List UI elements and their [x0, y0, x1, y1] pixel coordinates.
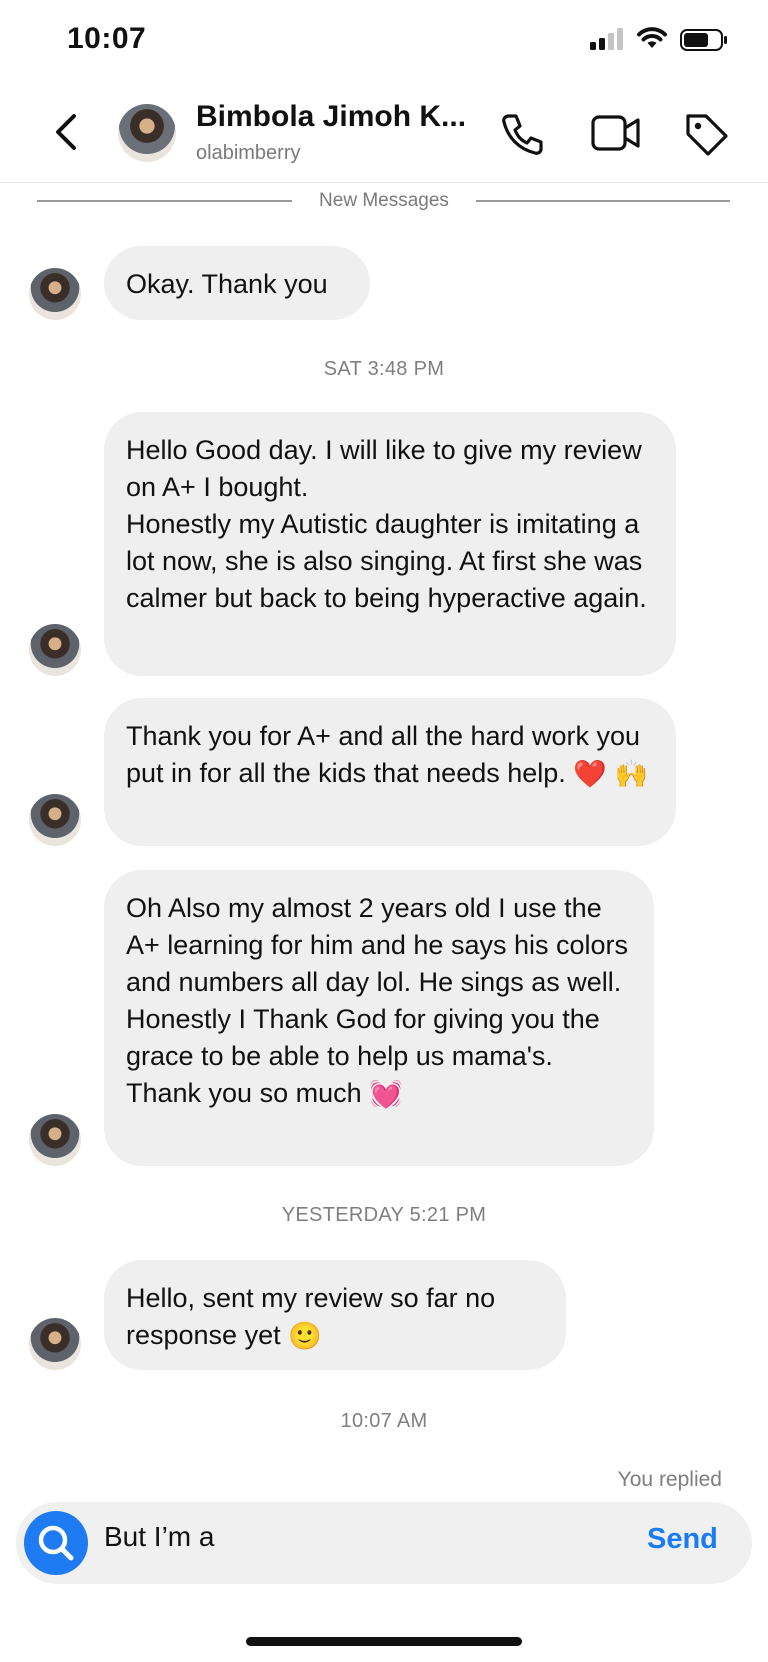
message-bubble[interactable]: Okay. Thank you — [104, 246, 370, 320]
timestamp: 10:07 AM — [340, 1410, 428, 1432]
message-text: Honestly my Autistic daughter is imitati… — [126, 509, 647, 613]
message-input[interactable] — [104, 1521, 584, 1553]
message-text: Thank you for A+ and all the hard work y… — [126, 721, 641, 788]
timestamp: SAT 3:48 PM — [323, 358, 445, 380]
wifi-icon — [637, 27, 667, 48]
contact-handle[interactable]: olabimberry — [196, 142, 300, 165]
smiling-face-emoji-icon: 🙂 — [288, 1321, 322, 1352]
message-bubble[interactable]: Hello Good day. I will like to give my r… — [104, 412, 676, 676]
message-bubble[interactable]: Hello, sent my review so far no response… — [104, 1260, 566, 1370]
header-divider — [0, 182, 768, 183]
contact-name[interactable]: Bimbola Jimoh K... — [196, 100, 466, 134]
sender-avatar[interactable] — [29, 794, 81, 846]
battery-icon — [680, 29, 727, 51]
message-bubble[interactable]: Thank you for A+ and all the hard work y… — [104, 698, 676, 846]
beating-heart-emoji-icon: 💓 — [369, 1079, 403, 1110]
sender-avatar[interactable] — [29, 268, 81, 320]
home-indicator[interactable] — [246, 1637, 522, 1646]
status-time: 10:07 — [67, 22, 147, 55]
sender-avatar[interactable] — [29, 1114, 81, 1166]
phone-icon[interactable] — [500, 111, 546, 157]
raising-hands-emoji-icon: 🙌 — [614, 759, 649, 790]
you-replied-label: You replied — [617, 1468, 722, 1491]
search-button[interactable] — [24, 1511, 88, 1575]
divider-line — [476, 200, 730, 202]
message-text: Hello Good day. I will like to give my r… — [126, 435, 642, 502]
message-text: Okay. Thank you — [126, 269, 328, 299]
video-camera-icon[interactable] — [590, 111, 642, 155]
divider-line — [37, 200, 292, 202]
new-messages-label: New Messages — [319, 190, 449, 211]
message-bubble[interactable]: Oh Also my almost 2 years old I use the … — [104, 870, 654, 1166]
send-button[interactable]: Send — [647, 1523, 718, 1556]
timestamp: YESTERDAY 5:21 PM — [281, 1204, 487, 1226]
contact-avatar[interactable] — [118, 104, 176, 162]
search-icon — [38, 1525, 74, 1561]
cellular-signal-icon — [590, 28, 623, 50]
sender-avatar[interactable] — [29, 624, 81, 676]
heart-emoji-icon: ❤️ — [573, 759, 607, 790]
back-arrow-icon[interactable] — [46, 110, 86, 154]
sender-avatar[interactable] — [29, 1318, 81, 1370]
tag-icon[interactable] — [682, 110, 730, 158]
